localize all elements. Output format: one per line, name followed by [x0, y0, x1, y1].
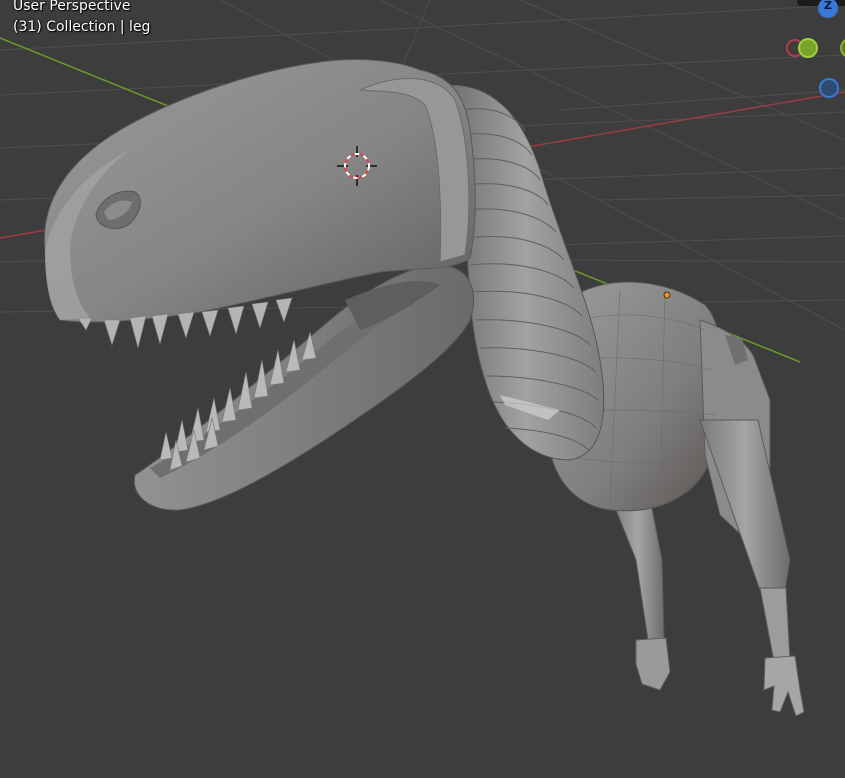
gizmo-y-axis-button[interactable]: [798, 38, 818, 58]
gizmo-neg-z-axis-button[interactable]: [819, 78, 839, 98]
object-origin-icon[interactable]: [663, 291, 671, 299]
far-leg: [611, 497, 671, 691]
3d-viewport[interactable]: User Perspective (31) Collection | leg Z: [0, 0, 845, 778]
collection-info-label: (31) Collection | leg: [13, 19, 151, 35]
viewport-scene[interactable]: [0, 0, 845, 778]
near-leg: [699, 419, 805, 717]
view-perspective-label: User Perspective: [13, 0, 131, 14]
